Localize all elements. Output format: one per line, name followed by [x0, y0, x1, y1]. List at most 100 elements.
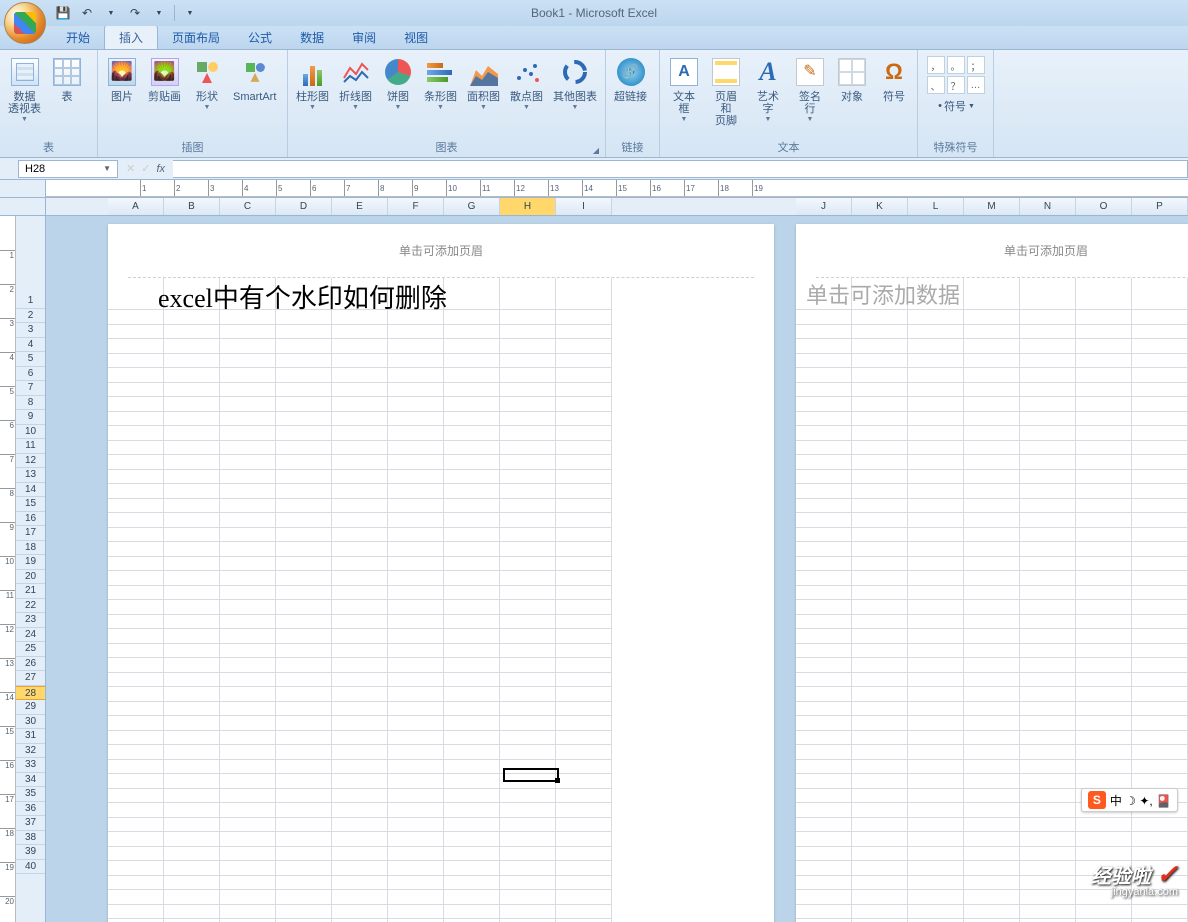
row-header-28[interactable]: 28	[16, 686, 45, 701]
row-header-26[interactable]: 26	[16, 657, 45, 672]
vertical-ruler[interactable]: 1234567891011121314151617181920	[0, 216, 16, 922]
row-header-16[interactable]: 16	[16, 512, 45, 527]
scatter-chart-button[interactable]: 散点图▼	[506, 54, 547, 114]
row-header-23[interactable]: 23	[16, 613, 45, 628]
col-header-M[interactable]: M	[964, 198, 1020, 215]
row-header-20[interactable]: 20	[16, 570, 45, 585]
row-header-14[interactable]: 14	[16, 483, 45, 498]
signature-line-button[interactable]: 签名行▼	[790, 54, 830, 126]
row-header-13[interactable]: 13	[16, 468, 45, 483]
row-header-38[interactable]: 38	[16, 831, 45, 846]
row-header-40[interactable]: 40	[16, 860, 45, 875]
row-header-17[interactable]: 17	[16, 526, 45, 541]
column-chart-button[interactable]: 柱形图▼	[292, 54, 333, 114]
other-charts-button[interactable]: 其他图表▼	[549, 54, 601, 114]
bar-chart-button[interactable]: 条形图▼	[420, 54, 461, 114]
row-header-7[interactable]: 7	[16, 381, 45, 396]
row-header-27[interactable]: 27	[16, 671, 45, 686]
smartart-button[interactable]: SmartArt	[229, 54, 280, 105]
page2-header-hint[interactable]: 单击可添加页眉	[816, 224, 1188, 278]
row-header-2[interactable]: 2	[16, 309, 45, 324]
undo-icon[interactable]: ↶	[76, 3, 98, 23]
col-header-O[interactable]: O	[1076, 198, 1132, 215]
select-all-corner[interactable]	[0, 198, 46, 215]
col-header-D[interactable]: D	[276, 198, 332, 215]
name-box[interactable]: H28▼	[18, 160, 118, 178]
grid-area[interactable]: 单击可添加页眉 excel中有个水印如何删除 单击可添加页眉 单击可添加数据	[46, 216, 1188, 922]
row-header-3[interactable]: 3	[16, 323, 45, 338]
col-header-F[interactable]: F	[388, 198, 444, 215]
row-header-22[interactable]: 22	[16, 599, 45, 614]
row-header-34[interactable]: 34	[16, 773, 45, 788]
tab-view[interactable]: 视图	[390, 26, 442, 49]
col-header-K[interactable]: K	[852, 198, 908, 215]
textbox-button[interactable]: A 文本框▼	[664, 54, 704, 126]
row-header-8[interactable]: 8	[16, 396, 45, 411]
tab-review[interactable]: 审阅	[338, 26, 390, 49]
col-header-N[interactable]: N	[1020, 198, 1076, 215]
row-header-35[interactable]: 35	[16, 787, 45, 802]
row-header-6[interactable]: 6	[16, 367, 45, 382]
symbol-dropdown-button[interactable]: • 符号 ▼	[938, 98, 975, 114]
page1-header-hint[interactable]: 单击可添加页眉	[128, 224, 754, 278]
row-header-21[interactable]: 21	[16, 584, 45, 599]
col-header-C[interactable]: C	[220, 198, 276, 215]
qat-customize-icon[interactable]: ▼	[148, 3, 170, 23]
row-header-4[interactable]: 4	[16, 338, 45, 353]
row-header-19[interactable]: 19	[16, 555, 45, 570]
wordart-button[interactable]: A 艺术字▼	[748, 54, 788, 126]
tab-data[interactable]: 数据	[286, 26, 338, 49]
qat-dropdown-icon[interactable]: ▼	[100, 3, 122, 23]
col-header-I[interactable]: I	[556, 198, 612, 215]
ime-indicator[interactable]: S 中 ☽ ✦, 🎴	[1081, 788, 1178, 812]
tab-formulas[interactable]: 公式	[234, 26, 286, 49]
row-header-18[interactable]: 18	[16, 541, 45, 556]
redo-icon[interactable]: ↷	[124, 3, 146, 23]
formula-input[interactable]	[173, 160, 1188, 178]
row-header-24[interactable]: 24	[16, 628, 45, 643]
col-header-G[interactable]: G	[444, 198, 500, 215]
line-chart-button[interactable]: 折线图▼	[335, 54, 376, 114]
col-header-L[interactable]: L	[908, 198, 964, 215]
row-header-5[interactable]: 5	[16, 352, 45, 367]
pivot-table-button[interactable]: 数据 透视表 ▼	[4, 54, 45, 126]
symbol-grid[interactable]: ，。； 、？…	[927, 56, 985, 94]
tab-home[interactable]: 开始	[52, 26, 104, 49]
horizontal-ruler[interactable]: 12345678910111213141516171819	[46, 180, 1188, 197]
office-button[interactable]	[4, 2, 46, 44]
col-header-A[interactable]: A	[108, 198, 164, 215]
pie-chart-button[interactable]: 饼图▼	[378, 54, 418, 114]
object-button[interactable]: 对象	[832, 54, 872, 105]
col-header-J[interactable]: J	[796, 198, 852, 215]
hyperlink-button[interactable]: 🔗 超链接	[610, 54, 651, 105]
row-header-29[interactable]: 29	[16, 700, 45, 715]
row-header-12[interactable]: 12	[16, 454, 45, 469]
page2-placeholder[interactable]: 单击可添加数据	[806, 278, 960, 310]
row-header-9[interactable]: 9	[16, 410, 45, 425]
symbol-button[interactable]: Ω 符号	[874, 54, 914, 105]
row-header-15[interactable]: 15	[16, 497, 45, 512]
row-header-39[interactable]: 39	[16, 845, 45, 860]
col-header-B[interactable]: B	[164, 198, 220, 215]
picture-button[interactable]: 图片	[102, 54, 142, 105]
header-footer-button[interactable]: 页眉和 页脚	[706, 54, 746, 129]
group-label-charts[interactable]: 图表	[292, 137, 601, 157]
row-header-37[interactable]: 37	[16, 816, 45, 831]
qat-more-icon[interactable]: ▼	[179, 3, 201, 23]
table-button[interactable]: 表	[47, 54, 87, 105]
row-header-11[interactable]: 11	[16, 439, 45, 454]
row-header-33[interactable]: 33	[16, 758, 45, 773]
row-header-30[interactable]: 30	[16, 715, 45, 730]
row-header-10[interactable]: 10	[16, 425, 45, 440]
fx-icon[interactable]: fx	[156, 163, 165, 175]
clipart-button[interactable]: 剪贴画	[144, 54, 185, 105]
save-icon[interactable]: 💾	[52, 3, 74, 23]
col-header-P[interactable]: P	[1132, 198, 1188, 215]
col-header-H[interactable]: H	[500, 198, 556, 215]
row-header-1[interactable]: 1	[16, 294, 45, 309]
tab-page-layout[interactable]: 页面布局	[158, 26, 234, 49]
row-header-25[interactable]: 25	[16, 642, 45, 657]
col-header-E[interactable]: E	[332, 198, 388, 215]
row-header-36[interactable]: 36	[16, 802, 45, 817]
area-chart-button[interactable]: 面积图▼	[463, 54, 504, 114]
